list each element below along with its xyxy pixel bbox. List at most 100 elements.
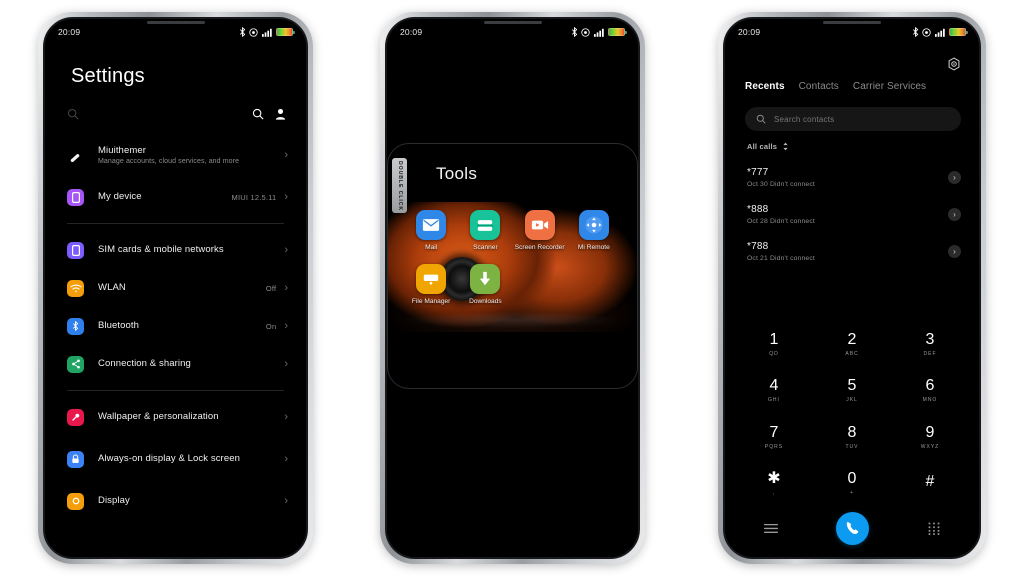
menu-icon[interactable] <box>764 523 779 534</box>
tab-contacts[interactable]: Contacts <box>799 81 839 92</box>
tab-recents[interactable]: Recents <box>745 81 785 92</box>
double-click-tag: DOUBLE CLICK <box>392 158 407 213</box>
dialpad-key-4[interactable]: 4 GHI <box>735 368 813 415</box>
call-filter-dropdown[interactable]: All calls <box>747 142 789 151</box>
mi-remote-icon <box>578 210 609 240</box>
call-button[interactable] <box>836 511 870 545</box>
share-icon <box>67 355 84 373</box>
settings-item-my-device[interactable]: My device MIUI 12.5.11 › <box>45 178 306 216</box>
settings-item-label: WLAN <box>98 282 126 294</box>
folder-panel-tools[interactable]: Tools Mail Scanner Screen Recorder Mi Re… <box>387 143 638 389</box>
search-contacts-field[interactable]: Search contacts <box>745 107 961 131</box>
phone-device-home: 20:09 Tools Mail Scanner Screen Recorder… <box>380 12 645 564</box>
key-digit: ✱ <box>767 470 781 488</box>
keypad-icon[interactable] <box>928 522 940 535</box>
gear-icon <box>948 57 960 71</box>
mail-icon <box>416 210 447 240</box>
settings-item-connection-sharing[interactable]: Connection & sharing › <box>45 345 306 383</box>
wifi-icon <box>67 279 84 297</box>
dialpad-key-9[interactable]: 9 WXYZ <box>891 414 969 461</box>
dialpad-key-8[interactable]: 8 TUV <box>813 414 891 461</box>
battery-icon <box>949 28 968 36</box>
screen-recorder-icon <box>524 210 555 240</box>
app-label: Downloads <box>469 298 502 306</box>
app-downloads[interactable]: Downloads <box>458 264 512 306</box>
settings-search-row <box>67 103 286 125</box>
settings-list: Miuithemer Manage accounts, cloud servic… <box>45 132 306 557</box>
call-details-button[interactable]: › <box>948 245 961 258</box>
signal-icon <box>261 28 272 37</box>
search-icon-dim[interactable] <box>67 108 79 120</box>
phone2-screen: 20:09 Tools Mail Scanner Screen Recorder… <box>387 19 638 557</box>
key-sub: WXYZ <box>920 443 940 450</box>
chevron-right-icon: › <box>284 319 288 332</box>
folder-title: Tools <box>436 164 478 183</box>
app-label: Mi Remote <box>577 244 610 251</box>
settings-item-miuithemer[interactable]: Miuithemer Manage accounts, cloud servic… <box>45 132 306 178</box>
bluetooth-icon <box>67 317 84 335</box>
chevron-right-icon: › <box>284 148 288 161</box>
key-sub: QD <box>769 350 779 357</box>
app-mail[interactable]: Mail <box>404 210 458 252</box>
key-sub: JKL <box>846 397 858 404</box>
dialpad-key-1[interactable]: 1 QD <box>735 321 813 368</box>
call-meta: Oct 28 Didn't connect <box>747 218 815 225</box>
call-log-row[interactable]: *888 Oct 28 Didn't connect › <box>725 196 979 233</box>
settings-item-label: Connection & sharing <box>98 358 191 370</box>
settings-item-display[interactable]: Display › <box>45 482 306 520</box>
earpiece-speaker <box>483 21 542 24</box>
app-file-manager[interactable]: File Manager <box>404 264 458 306</box>
settings-item-bluetooth[interactable]: Bluetooth On › <box>45 307 306 345</box>
battery-icon <box>608 28 627 36</box>
call-filter-label: All calls <box>747 142 778 151</box>
tab-carrier-services[interactable]: Carrier Services <box>853 81 926 92</box>
dnd-icon <box>922 27 931 37</box>
call-details-button[interactable]: › <box>948 208 961 221</box>
dialpad-key-0[interactable]: 0 + <box>813 461 891 508</box>
dialpad-key-7[interactable]: 7 PQRS <box>735 414 813 461</box>
app-label: Mail <box>425 244 438 251</box>
settings-item-sim-cards[interactable]: SIM cards & mobile networks › <box>45 231 306 269</box>
car-shadow-decoration <box>402 312 623 328</box>
sim-icon <box>67 241 84 259</box>
dnd-icon <box>249 27 258 37</box>
key-digit: 9 <box>925 423 935 441</box>
chevron-right-icon: › <box>284 281 288 294</box>
app-mi-remote[interactable]: Mi Remote <box>567 210 621 252</box>
settings-item-wallpaper[interactable]: Wallpaper & personalization › <box>45 398 306 436</box>
settings-item-value: MIUI 12.5.11 <box>231 192 277 202</box>
call-log-row[interactable]: *788 Oct 21 Didn't connect › <box>725 233 979 270</box>
dialpad-key-6[interactable]: 6 MNO <box>891 368 969 415</box>
account-icon[interactable] <box>275 108 286 120</box>
dialpad-key-hash[interactable]: # <box>891 461 969 508</box>
settings-gear-button[interactable] <box>947 57 961 76</box>
dnd-icon <box>581 27 590 37</box>
key-digit: 2 <box>847 330 857 348</box>
dialpad-key-2[interactable]: 2 ABC <box>813 321 891 368</box>
call-meta: Oct 21 Didn't connect <box>747 255 815 262</box>
settings-item-wlan[interactable]: WLAN Off › <box>45 269 306 307</box>
account-avatar-icon <box>67 147 84 164</box>
settings-item-label: Miuithemer <box>98 144 146 156</box>
call-log-row[interactable]: *777 Oct 30 Didn't connect › <box>725 159 979 196</box>
battery-icon <box>276 28 295 36</box>
screenshot-stage: 20:09 Settings Miuithemer Manage account… <box>0 0 1024 576</box>
signal-icon <box>934 28 945 37</box>
chevron-right-icon: › <box>284 452 288 465</box>
dialpad-key-5[interactable]: 5 JKL <box>813 368 891 415</box>
key-digit: 7 <box>769 423 779 441</box>
key-digit: # <box>925 473 935 491</box>
app-label: Screen Recorder <box>514 244 565 251</box>
app-scanner[interactable]: Scanner <box>458 210 512 252</box>
dialpad-key-star[interactable]: ✱ , <box>735 461 813 508</box>
phone-device-dialer: 20:09 Recents Contacts Carrier Services … <box>718 12 986 564</box>
dialpad-key-3[interactable]: 3 DEF <box>891 321 969 368</box>
dialer-tabs: Recents Contacts Carrier Services <box>745 81 965 92</box>
signal-icon <box>593 28 604 37</box>
chevron-right-icon: › <box>284 190 288 203</box>
search-icon[interactable] <box>252 108 264 120</box>
call-details-button[interactable]: › <box>948 171 961 184</box>
app-screen-recorder[interactable]: Screen Recorder <box>513 210 567 252</box>
settings-item-aod-lockscreen[interactable]: Always-on display & Lock screen › <box>45 436 306 482</box>
status-clock: 20:09 <box>738 27 761 37</box>
